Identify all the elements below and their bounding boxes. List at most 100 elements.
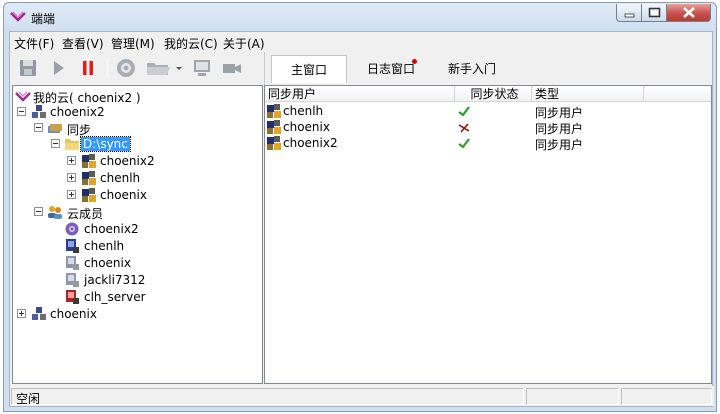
menu-manage[interactable]: 管理(M) — [111, 35, 155, 52]
tree-host-choenix[interactable]: choenix — [15, 306, 255, 322]
expand-toggle-icon[interactable] — [67, 190, 76, 199]
tree-member-label: jackli7312 — [84, 273, 146, 287]
user-sync-icon — [82, 188, 96, 202]
collapse-toggle-icon[interactable] — [34, 123, 43, 132]
tree-host-choenix2[interactable]: choenix2 — [15, 104, 255, 120]
table-row[interactable]: chenlh 同步用户 — [265, 103, 711, 120]
row-user: choenix — [283, 120, 330, 134]
folder-open-icon[interactable] — [144, 56, 174, 80]
user-sync-icon — [82, 171, 96, 185]
maximize-icon — [648, 7, 661, 18]
column-header-status[interactable]: 同步状态 — [455, 86, 532, 102]
expand-toggle-icon[interactable] — [67, 156, 76, 165]
computer-online-icon — [66, 239, 79, 253]
tree-member[interactable]: jackli7312 — [15, 272, 255, 288]
toolbar-separator — [107, 58, 108, 78]
column-header-filler — [644, 86, 711, 102]
menu-my-cloud[interactable]: 我的云(C) — [164, 35, 218, 52]
tree-member[interactable]: choenix2 — [15, 221, 255, 237]
row-type: 同步用户 — [535, 138, 584, 152]
cloud-tree[interactable]: 我的云( choenix2 ) choenix2 同步 D:\sync choe… — [12, 85, 263, 384]
tree-member[interactable]: choenix — [15, 255, 255, 271]
list-header: 同步用户 同步状态 类型 — [265, 86, 711, 102]
status-bar: 空闲 — [10, 386, 714, 406]
tab-getting-started[interactable]: 新手入门 — [433, 55, 511, 83]
tree-member-label: chenlh — [84, 239, 125, 253]
menu-bar: 文件(F) 查看(V) 管理(M) 我的云(C) 关于(A) — [10, 32, 712, 52]
app-window: 端端 文件(F) 查看(V) 管理(M) 我的云(C) 关于(A) 主窗口 日志… — [3, 2, 717, 412]
tab-log-label: 日志窗口 — [366, 62, 415, 76]
status-text: 空闲 — [16, 392, 41, 406]
dropdown-arrow-icon[interactable] — [174, 56, 184, 80]
window-title: 端端 — [31, 12, 56, 26]
menu-file[interactable]: 文件(F) — [14, 35, 54, 52]
play-icon[interactable] — [46, 56, 70, 80]
status-panel-main: 空闲 — [11, 388, 524, 406]
pause-icon[interactable] — [76, 56, 100, 80]
status-ok-icon — [458, 138, 470, 149]
tree-sync-user[interactable]: chenlh — [15, 170, 255, 186]
tree-members-group[interactable]: 云成员 — [15, 204, 255, 221]
computer-group-icon — [32, 307, 46, 320]
column-header-type[interactable]: 类型 — [532, 86, 644, 102]
expand-toggle-icon[interactable] — [67, 173, 76, 182]
close-button[interactable] — [667, 4, 711, 22]
video-icon[interactable] — [220, 56, 244, 80]
tree-sync-user[interactable]: choenix — [15, 187, 255, 203]
row-user: choenix2 — [283, 136, 338, 150]
menu-about[interactable]: 关于(A) — [223, 35, 265, 52]
row-user: chenlh — [283, 104, 324, 118]
close-icon — [683, 7, 695, 18]
tree-sync-user-label: choenix — [100, 188, 147, 202]
title-bar[interactable]: 端端 — [4, 3, 716, 31]
user-sync-icon — [267, 120, 281, 134]
maximize-button[interactable] — [642, 4, 667, 22]
tab-log[interactable]: 日志窗口 — [351, 55, 431, 83]
sync-icon[interactable] — [114, 56, 138, 80]
status-panel — [526, 388, 619, 405]
tree-sync-group[interactable]: 同步 — [15, 120, 255, 137]
collapse-toggle-icon[interactable] — [34, 207, 43, 216]
minimize-icon — [624, 13, 635, 18]
tree-sync-user[interactable]: choenix2 — [15, 153, 255, 169]
computer-offline-icon — [66, 256, 79, 270]
member-settings-icon — [65, 222, 79, 236]
tab-strip: 主窗口 日志窗口 新手入门 — [264, 52, 714, 85]
tree-sync-folder[interactable]: D:\sync — [15, 136, 255, 152]
tree-sync-user-label: choenix2 — [100, 154, 155, 168]
status-panel — [621, 388, 712, 405]
tree-member-label: choenix2 — [84, 222, 139, 236]
monitor-icon[interactable] — [190, 56, 214, 80]
tree-host-label: choenix2 — [50, 105, 105, 119]
tab-main-label: 主窗口 — [290, 63, 327, 77]
computer-group-icon — [32, 105, 46, 118]
user-sync-icon — [82, 154, 96, 168]
status-error-icon — [458, 123, 470, 133]
sync-group-icon — [48, 124, 62, 133]
folder-icon — [65, 139, 79, 150]
sync-user-list[interactable]: 同步用户 同步状态 类型 chenlh 同步用户 choenix 同步用户 ch… — [264, 85, 712, 384]
tree-member-label: choenix — [84, 256, 131, 270]
tree-root[interactable]: 我的云( choenix2 ) — [15, 88, 255, 105]
user-sync-icon — [267, 104, 281, 118]
tree-sync-folder-label: D:\sync — [80, 136, 131, 152]
tree-member-label: clh_server — [84, 290, 146, 304]
tree-host-label: choenix — [50, 307, 97, 321]
tree-member[interactable]: clh_server — [15, 289, 255, 305]
members-group-icon — [48, 206, 62, 219]
notification-dot-icon — [412, 59, 417, 64]
collapse-toggle-icon[interactable] — [51, 139, 60, 148]
expand-toggle-icon[interactable] — [17, 309, 26, 318]
table-row[interactable]: choenix 同步用户 — [265, 119, 711, 136]
save-icon[interactable] — [16, 56, 40, 80]
minimize-button[interactable] — [616, 4, 642, 22]
menu-view[interactable]: 查看(V) — [62, 35, 104, 52]
table-row[interactable]: choenix2 同步用户 — [265, 135, 711, 152]
collapse-toggle-icon[interactable] — [17, 107, 26, 116]
toolbar — [10, 52, 260, 85]
server-icon — [66, 290, 79, 304]
tree-member[interactable]: chenlh — [15, 238, 255, 254]
tab-getting-started-label: 新手入门 — [447, 62, 496, 76]
column-header-user[interactable]: 同步用户 — [265, 86, 455, 102]
tab-main[interactable]: 主窗口 — [271, 55, 347, 83]
